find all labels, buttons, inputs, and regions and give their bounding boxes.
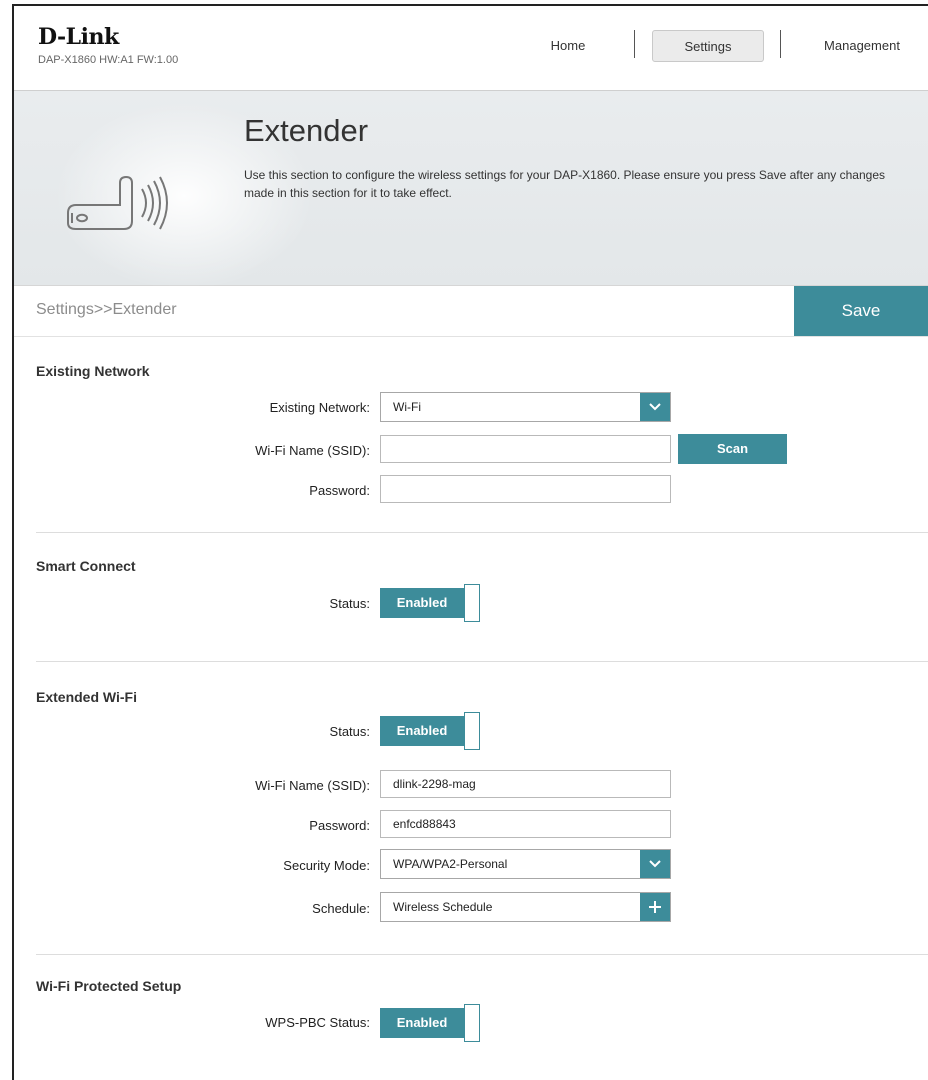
toggle-state: Enabled xyxy=(380,1008,464,1038)
top-header: D-Link DAP-X1860 HW:A1 FW:1.00 Home Sett… xyxy=(14,6,928,91)
section-title-wps: Wi-Fi Protected Setup xyxy=(36,978,182,994)
page-description: Use this section to configure the wirele… xyxy=(244,168,886,200)
chevron-down-icon[interactable] xyxy=(640,850,670,878)
wps-status-label: WPS-PBC Status: xyxy=(265,1015,370,1030)
plus-icon[interactable] xyxy=(640,893,670,921)
toggle-knob[interactable] xyxy=(464,1004,480,1042)
save-button[interactable]: Save xyxy=(794,286,928,336)
extended-password-label: Password: xyxy=(309,818,370,833)
page-title: Extender xyxy=(244,113,369,148)
schedule-select[interactable]: Wireless Schedule xyxy=(380,892,671,922)
nav-divider xyxy=(634,30,635,58)
nav-management[interactable]: Management xyxy=(806,30,918,62)
existing-ssid-input[interactable] xyxy=(380,435,671,463)
section-title-existing-network: Existing Network xyxy=(36,363,150,379)
router-admin-page: D-Link DAP-X1860 HW:A1 FW:1.00 Home Sett… xyxy=(12,4,928,1080)
nav-home[interactable]: Home xyxy=(524,30,612,62)
security-mode-label: Security Mode: xyxy=(283,858,370,873)
extended-ssid-label: Wi-Fi Name (SSID): xyxy=(255,778,370,793)
model-info: DAP-X1860 HW:A1 FW:1.00 xyxy=(38,54,179,66)
toggle-state: Enabled xyxy=(380,716,464,746)
brand-logo[interactable]: D-Link xyxy=(38,24,119,50)
section-title-extended-wifi: Extended Wi-Fi xyxy=(36,689,137,705)
page-banner: Extender Use this section to configure t… xyxy=(14,91,928,291)
extender-wireless-icon xyxy=(62,161,212,266)
toggle-state: Enabled xyxy=(380,588,464,618)
chevron-down-icon[interactable] xyxy=(640,393,670,421)
schedule-value: Wireless Schedule xyxy=(393,900,493,914)
wps-pbc-toggle[interactable]: Enabled xyxy=(380,1004,480,1042)
existing-password-label: Password: xyxy=(309,483,370,498)
toggle-knob[interactable] xyxy=(464,584,480,622)
section-divider xyxy=(36,954,928,955)
security-mode-value: WPA/WPA2-Personal xyxy=(393,857,508,871)
section-divider xyxy=(36,661,928,662)
smart-connect-toggle[interactable]: Enabled xyxy=(380,584,480,622)
existing-network-select[interactable]: Wi-Fi xyxy=(380,392,671,422)
section-title-smart-connect: Smart Connect xyxy=(36,558,136,574)
nav-settings[interactable]: Settings xyxy=(652,30,764,62)
extended-password-input[interactable]: enfcd88843 xyxy=(380,810,671,838)
existing-network-value: Wi-Fi xyxy=(393,400,421,414)
extended-status-label: Status: xyxy=(329,724,370,739)
nav-divider xyxy=(780,30,781,58)
security-mode-select[interactable]: WPA/WPA2-Personal xyxy=(380,849,671,879)
existing-network-label: Existing Network: xyxy=(269,400,370,415)
smart-connect-status-label: Status: xyxy=(329,596,370,611)
breadcrumb-bar: Settings>>Extender Save xyxy=(14,286,928,337)
extended-wifi-toggle[interactable]: Enabled xyxy=(380,712,480,750)
existing-password-input[interactable] xyxy=(380,475,671,503)
toggle-knob[interactable] xyxy=(464,712,480,750)
existing-ssid-label: Wi-Fi Name (SSID): xyxy=(255,443,370,458)
section-divider xyxy=(36,532,928,533)
scan-button[interactable]: Scan xyxy=(678,434,787,464)
extended-ssid-input[interactable]: dlink-2298-mag xyxy=(380,770,671,798)
breadcrumb: Settings>>Extender xyxy=(36,301,177,318)
schedule-label: Schedule: xyxy=(312,901,370,916)
